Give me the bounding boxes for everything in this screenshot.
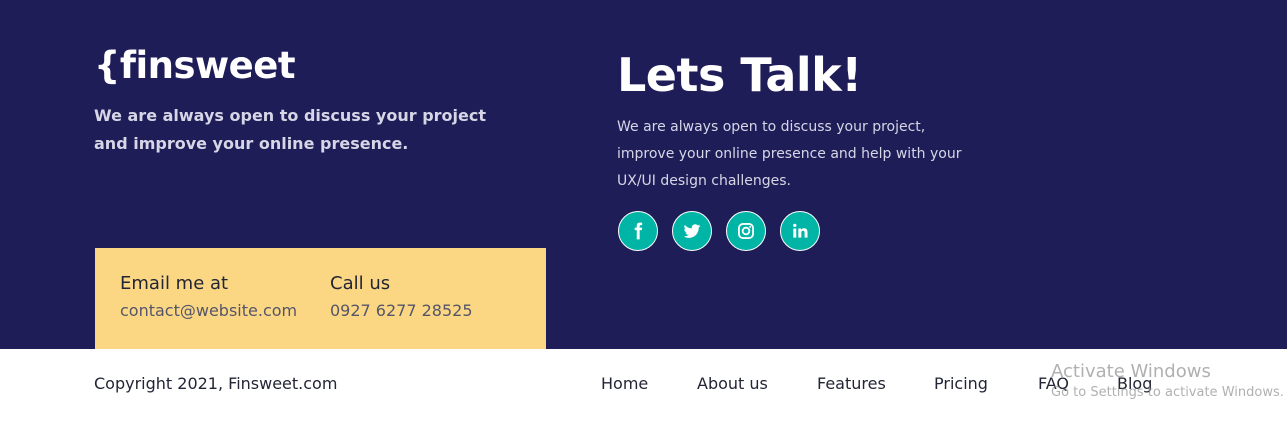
nav-link-faq[interactable]: FAQ bbox=[1038, 374, 1069, 393]
footer-bottom-bar: Copyright 2021, Finsweet.com Home About … bbox=[0, 349, 1287, 426]
email-heading: Email me at bbox=[120, 273, 229, 294]
facebook-button[interactable] bbox=[618, 211, 658, 251]
social-links bbox=[618, 211, 820, 251]
nav-link-pricing[interactable]: Pricing bbox=[934, 374, 988, 393]
instagram-icon bbox=[738, 223, 754, 239]
nav-link-home[interactable]: Home bbox=[601, 374, 648, 393]
contact-box: Email me at contact@website.com Call us … bbox=[95, 248, 546, 349]
facebook-icon bbox=[634, 222, 643, 240]
nav-link-blog[interactable]: Blog bbox=[1117, 374, 1152, 393]
nav-link-features[interactable]: Features bbox=[817, 374, 886, 393]
lets-talk-text: We are always open to discuss your proje… bbox=[617, 119, 962, 189]
email-link[interactable]: contact@website.com bbox=[120, 299, 297, 323]
finsweet-logo[interactable]: {finsweet bbox=[94, 44, 296, 87]
instagram-button[interactable] bbox=[726, 211, 766, 251]
linkedin-button[interactable] bbox=[780, 211, 820, 251]
footer-nav: Home About us Features Pricing FAQ Blog bbox=[0, 374, 1287, 398]
linkedin-icon bbox=[793, 223, 808, 238]
phone-link[interactable]: 0927 6277 28525 bbox=[330, 299, 473, 323]
nav-link-about-us[interactable]: About us bbox=[697, 374, 768, 393]
twitter-icon bbox=[683, 224, 701, 238]
lets-talk-heading: Lets Talk! bbox=[617, 48, 862, 102]
phone-contact: Call us 0927 6277 28525 bbox=[330, 272, 473, 323]
brand-intro-text: We are always open to discuss your proje… bbox=[94, 106, 486, 153]
twitter-button[interactable] bbox=[672, 211, 712, 251]
email-contact: Email me at contact@website.com bbox=[120, 272, 297, 323]
phone-heading: Call us bbox=[330, 273, 391, 294]
footer-top-section: {finsweet We are always open to discuss … bbox=[0, 0, 1287, 349]
